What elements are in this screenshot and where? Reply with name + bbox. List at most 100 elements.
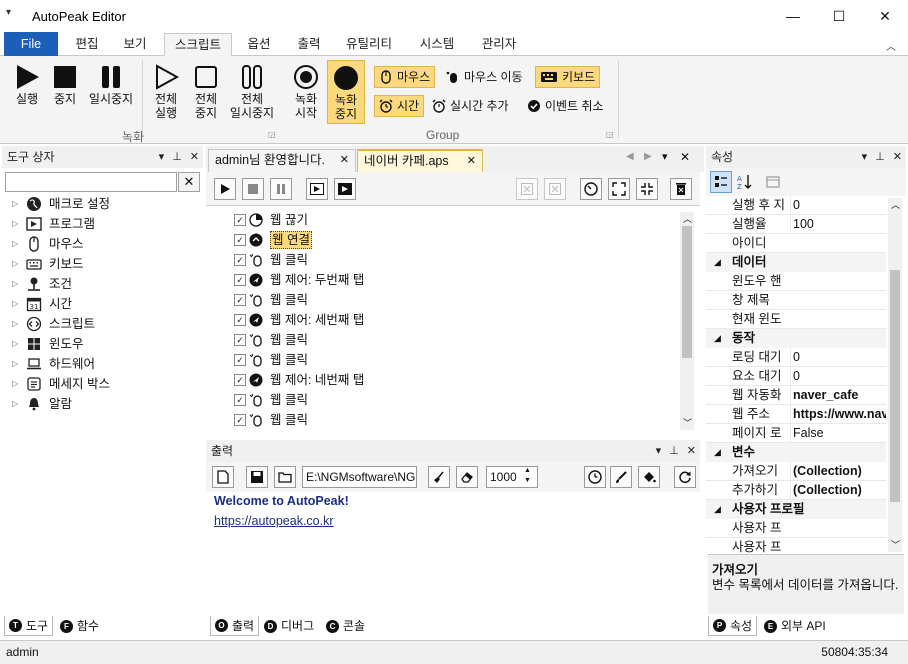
script-pause-button[interactable]: [270, 178, 292, 200]
doc-tab-welcome[interactable]: admin님 환영합니다. ✕: [208, 149, 356, 172]
run-all-button[interactable]: 전체 실행: [148, 60, 184, 120]
pause-all-button[interactable]: 전체 일시중지: [226, 60, 278, 120]
prop-value[interactable]: False: [790, 424, 886, 443]
expand-arrow-icon[interactable]: ▷: [12, 274, 18, 294]
fill-color-button[interactable]: [638, 466, 660, 488]
prop-category-variable[interactable]: ◢ 변수: [706, 443, 886, 462]
toolbox-search-input[interactable]: [5, 172, 177, 192]
prop-row[interactable]: 가져오기 (Collection): [706, 462, 886, 481]
script-row[interactable]: ✓ 웹 클릭: [210, 250, 678, 270]
record-stop-button[interactable]: 녹화 중지: [327, 60, 365, 124]
time-record-toggle[interactable]: 시간: [374, 95, 425, 117]
expand-arrow-icon[interactable]: ▷: [12, 314, 18, 334]
scrollbar-thumb[interactable]: [682, 226, 692, 358]
tab-debug[interactable]: D 디버그: [260, 616, 318, 636]
tab-system[interactable]: 시스템: [410, 33, 464, 56]
pin-icon[interactable]: ⊥: [669, 440, 679, 462]
expand-arrow-icon[interactable]: ▷: [12, 354, 18, 374]
group-launcher-icon[interactable]: ◲: [606, 130, 614, 139]
row-checkbox[interactable]: ✓: [234, 334, 246, 346]
panel-dropdown-icon[interactable]: ▾: [656, 440, 662, 462]
row-checkbox[interactable]: ✓: [234, 234, 246, 246]
tree-item-window[interactable]: ▷ 윈도우: [2, 334, 202, 354]
timer-button[interactable]: [580, 178, 602, 200]
expand-all-button[interactable]: [608, 178, 630, 200]
prop-value[interactable]: 0: [790, 348, 886, 367]
tree-item-keyboard[interactable]: ▷ 키보드: [2, 254, 202, 274]
expand-arrow-icon[interactable]: ▷: [12, 254, 18, 274]
script-row[interactable]: ✓ 웹 클릭: [210, 290, 678, 310]
row-checkbox[interactable]: ✓: [234, 254, 246, 266]
collapse-all-button[interactable]: [636, 178, 658, 200]
properties-scrollbar[interactable]: ︿ ﹀: [888, 198, 902, 552]
close-tab-icon[interactable]: ✕: [340, 150, 349, 171]
prop-row[interactable]: 실행율 100: [706, 215, 886, 234]
row-checkbox[interactable]: ✓: [234, 414, 246, 426]
prop-row[interactable]: 현재 윈도: [706, 310, 886, 329]
row-checkbox[interactable]: ✓: [234, 314, 246, 326]
prop-value[interactable]: https://www.nav: [790, 405, 886, 424]
categorized-view-button[interactable]: [710, 171, 732, 193]
collapse-arrow-icon[interactable]: ◢: [714, 443, 721, 462]
tree-item-message-box[interactable]: ▷ 메세지 박스: [2, 374, 202, 394]
stop-all-button[interactable]: 전체 중지: [188, 60, 224, 120]
spin-down-icon[interactable]: ▼: [524, 477, 531, 484]
tree-item-condition[interactable]: ▷ 조건: [2, 274, 202, 294]
script-row[interactable]: ✓ 웹 클릭: [210, 410, 678, 430]
row-checkbox[interactable]: ✓: [234, 294, 246, 306]
doc-close-icon[interactable]: ✕: [680, 150, 690, 164]
prop-row[interactable]: 웹 자동화 naver_cafe: [706, 386, 886, 405]
script-row-selected[interactable]: ✓ 웹 연결: [210, 230, 678, 250]
output-link[interactable]: https://autopeak.co.kr: [214, 514, 349, 528]
prop-category-action[interactable]: ◢ 동작: [706, 329, 886, 348]
timestamp-button[interactable]: [584, 466, 606, 488]
prop-row[interactable]: 요소 대기 0: [706, 367, 886, 386]
prop-row[interactable]: 창 제목: [706, 291, 886, 310]
tree-item-mouse[interactable]: ▷ 마우스: [2, 234, 202, 254]
maximize-button[interactable]: ☐: [816, 0, 862, 32]
tab-output[interactable]: 출력: [286, 33, 332, 56]
prop-row[interactable]: 사용자 프: [706, 519, 886, 538]
collapse-arrow-icon[interactable]: ◢: [714, 329, 721, 348]
script-row[interactable]: ✓ 웹 끊기: [210, 210, 678, 230]
delete-button[interactable]: [670, 178, 692, 200]
keyboard-record-toggle[interactable]: 키보드: [535, 66, 601, 88]
script-run-button[interactable]: [214, 178, 236, 200]
prop-row[interactable]: 실행 후 지 0: [706, 196, 886, 215]
alphabetical-view-button[interactable]: AZ: [734, 171, 756, 193]
row-checkbox[interactable]: ✓: [234, 394, 246, 406]
tree-item-program[interactable]: ▷ 프로그램: [2, 214, 202, 234]
group-launcher-icon[interactable]: ◲: [268, 130, 276, 139]
scroll-up-icon[interactable]: ︿: [683, 212, 692, 225]
prop-value[interactable]: 100: [790, 215, 886, 234]
scroll-right-icon[interactable]: ▶: [644, 151, 652, 162]
prop-value[interactable]: (Collection): [790, 481, 886, 500]
step-run-button[interactable]: [306, 178, 328, 200]
prop-value[interactable]: naver_cafe: [790, 386, 886, 405]
tab-admin[interactable]: 관리자: [472, 33, 526, 56]
disable-item-button[interactable]: [516, 178, 538, 200]
expand-arrow-icon[interactable]: ▷: [12, 234, 18, 254]
script-row[interactable]: ✓ 웹 클릭: [210, 350, 678, 370]
prop-category-user-profile[interactable]: ◢ 사용자 프로필: [706, 500, 886, 519]
tab-file[interactable]: File: [4, 32, 58, 56]
script-stop-button[interactable]: [242, 178, 264, 200]
prop-value[interactable]: (Collection): [790, 462, 886, 481]
pin-icon[interactable]: ⊥: [172, 146, 182, 168]
clear-search-button[interactable]: ✕: [178, 172, 200, 192]
doc-dropdown-icon[interactable]: ▾: [662, 150, 668, 163]
panel-close-icon[interactable]: ✕: [190, 146, 199, 168]
output-path-field[interactable]: E:\NGMsoftware\NG: [302, 466, 417, 488]
tab-functions[interactable]: F 함수: [56, 616, 103, 636]
eraser-button[interactable]: [456, 466, 478, 488]
prop-value[interactable]: 0: [790, 196, 886, 215]
save-log-button[interactable]: [246, 466, 268, 488]
tab-output-log[interactable]: O 출력: [210, 616, 260, 636]
close-button[interactable]: ✕: [862, 0, 908, 32]
expand-arrow-icon[interactable]: ▷: [12, 394, 18, 414]
tab-script[interactable]: 스크립트: [164, 33, 232, 56]
close-tab-icon[interactable]: ✕: [467, 151, 476, 172]
collapse-arrow-icon[interactable]: ◢: [714, 500, 721, 519]
prop-row[interactable]: 아이디: [706, 234, 886, 253]
script-row[interactable]: ✓ 웹 클릭: [210, 330, 678, 350]
